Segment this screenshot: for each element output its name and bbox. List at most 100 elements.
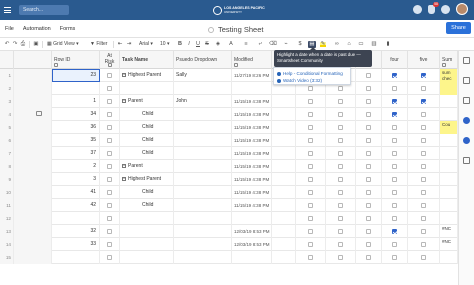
sum-cell[interactable]: [440, 212, 458, 225]
sum-cell[interactable]: [440, 95, 458, 108]
checkbox[interactable]: [421, 242, 426, 247]
checkbox[interactable]: [366, 255, 371, 260]
checkbox[interactable]: [338, 177, 343, 182]
empty-cell[interactable]: [272, 225, 296, 238]
task-name-cell[interactable]: Child: [120, 134, 174, 147]
checkbox[interactable]: [421, 138, 426, 143]
at-risk-checkbox[interactable]: [107, 255, 112, 260]
checkbox[interactable]: [392, 203, 397, 208]
highlight-changes-icon[interactable]: ✎: [320, 41, 326, 47]
modified-cell[interactable]: 11/15/19 4:38 PM: [232, 160, 272, 173]
empty-cell[interactable]: [272, 95, 296, 108]
modified-cell[interactable]: 11/15/19 4:38 PM: [232, 134, 272, 147]
proofing-icon[interactable]: [463, 97, 470, 104]
checkbox[interactable]: [392, 99, 397, 104]
align-icon[interactable]: ≡: [243, 41, 249, 47]
checkbox[interactable]: [366, 229, 371, 234]
checkbox[interactable]: [392, 164, 397, 169]
checkbox[interactable]: [308, 151, 313, 156]
modified-cell[interactable]: 11/15/19 4:38 PM: [232, 199, 272, 212]
empty-cell[interactable]: [272, 212, 296, 225]
checkbox[interactable]: [308, 138, 313, 143]
checkbox[interactable]: [392, 229, 397, 234]
text-color-icon[interactable]: A: [228, 41, 234, 47]
checkbox[interactable]: [338, 125, 343, 130]
task-name-cell[interactable]: − Highest Parent: [120, 69, 174, 82]
print-icon[interactable]: ⎙: [20, 41, 26, 47]
checkbox[interactable]: [366, 151, 371, 156]
row-number[interactable]: 13: [0, 225, 14, 238]
row-id-cell[interactable]: 42: [52, 199, 100, 212]
checkbox[interactable]: [421, 125, 426, 130]
task-name-cell[interactable]: Child: [120, 121, 174, 134]
attachments-icon[interactable]: [463, 77, 470, 84]
checkbox[interactable]: [366, 99, 371, 104]
modified-cell[interactable]: [232, 82, 272, 95]
menu-icon[interactable]: [0, 0, 14, 20]
empty-cell[interactable]: [272, 121, 296, 134]
checkbox[interactable]: [308, 99, 313, 104]
help-link-watch-video[interactable]: Watch Video (3:32): [277, 77, 347, 84]
sum-cell[interactable]: [440, 108, 458, 121]
sum-cell[interactable]: Cou: [440, 121, 458, 134]
checkbox[interactable]: [366, 73, 371, 78]
table-row[interactable]: 3 1 − Parent John 11/15/19 4:38 PM: [0, 95, 458, 108]
checkbox[interactable]: [308, 177, 313, 182]
table-row[interactable]: 15: [0, 251, 458, 264]
dropdown-cell[interactable]: [174, 251, 232, 264]
empty-cell[interactable]: [272, 134, 296, 147]
checkbox[interactable]: [421, 99, 426, 104]
conversations-icon[interactable]: [463, 57, 470, 64]
table-row[interactable]: 13 32 12/03/19 8:53 PM #NC: [0, 225, 458, 238]
checkbox[interactable]: [338, 216, 343, 221]
search-input[interactable]: Search...: [19, 5, 69, 15]
checkbox[interactable]: [366, 164, 371, 169]
checkbox[interactable]: [366, 216, 371, 221]
empty-cell[interactable]: [272, 108, 296, 121]
dropdown-cell[interactable]: [174, 238, 232, 251]
checkbox[interactable]: [392, 125, 397, 130]
checkbox[interactable]: [366, 125, 371, 130]
at-risk-checkbox[interactable]: [107, 242, 112, 247]
checkbox[interactable]: [421, 255, 426, 260]
modified-cell[interactable]: 11/15/19 4:38 PM: [232, 121, 272, 134]
row-number[interactable]: 11: [0, 199, 14, 212]
row-id-cell[interactable]: 37: [52, 147, 100, 160]
user-avatar[interactable]: [456, 3, 468, 15]
empty-cell[interactable]: [272, 186, 296, 199]
task-name-cell[interactable]: − Parent: [120, 95, 174, 108]
row-id-cell[interactable]: 36: [52, 121, 100, 134]
collapse-toggle-icon[interactable]: −: [122, 176, 126, 181]
checkbox[interactable]: [366, 177, 371, 182]
sheet-title[interactable]: Testing Sheet: [218, 25, 263, 34]
task-name-cell[interactable]: [120, 251, 174, 264]
row-number[interactable]: 12: [0, 212, 14, 225]
checkbox[interactable]: [366, 203, 371, 208]
dropdown-cell[interactable]: [174, 82, 232, 95]
column-header-five[interactable]: five: [408, 51, 440, 69]
row-number[interactable]: 15: [0, 251, 14, 264]
row-number[interactable]: 2: [0, 82, 14, 95]
table-row[interactable]: 8 2 − Parent 11/15/19 4:38 PM: [0, 160, 458, 173]
checkbox[interactable]: [338, 86, 343, 91]
checkbox[interactable]: [421, 216, 426, 221]
at-risk-checkbox[interactable]: [107, 138, 112, 143]
row-number[interactable]: 9: [0, 173, 14, 186]
checkbox[interactable]: [308, 203, 313, 208]
checkbox[interactable]: [421, 203, 426, 208]
sum-cell[interactable]: #NC: [440, 225, 458, 238]
row-id-cell[interactable]: 2: [52, 160, 100, 173]
row-id-cell[interactable]: 33: [52, 238, 100, 251]
menu-file[interactable]: File: [5, 26, 14, 32]
modified-cell[interactable]: 12/03/19 8:53 PM: [232, 238, 272, 251]
dropdown-cell[interactable]: John: [174, 95, 232, 108]
notifications-bell-icon[interactable]: 58: [428, 1, 439, 14]
modified-cell[interactable]: 11/15/19 4:38 PM: [232, 108, 272, 121]
column-header-four[interactable]: four: [382, 51, 408, 69]
chart-icon[interactable]: ▮: [385, 41, 391, 47]
checkbox[interactable]: [392, 242, 397, 247]
sum-cell[interactable]: #NC: [440, 238, 458, 251]
row-number[interactable]: 7: [0, 147, 14, 160]
checkbox[interactable]: [308, 216, 313, 221]
save-icon[interactable]: ▣: [33, 41, 39, 47]
